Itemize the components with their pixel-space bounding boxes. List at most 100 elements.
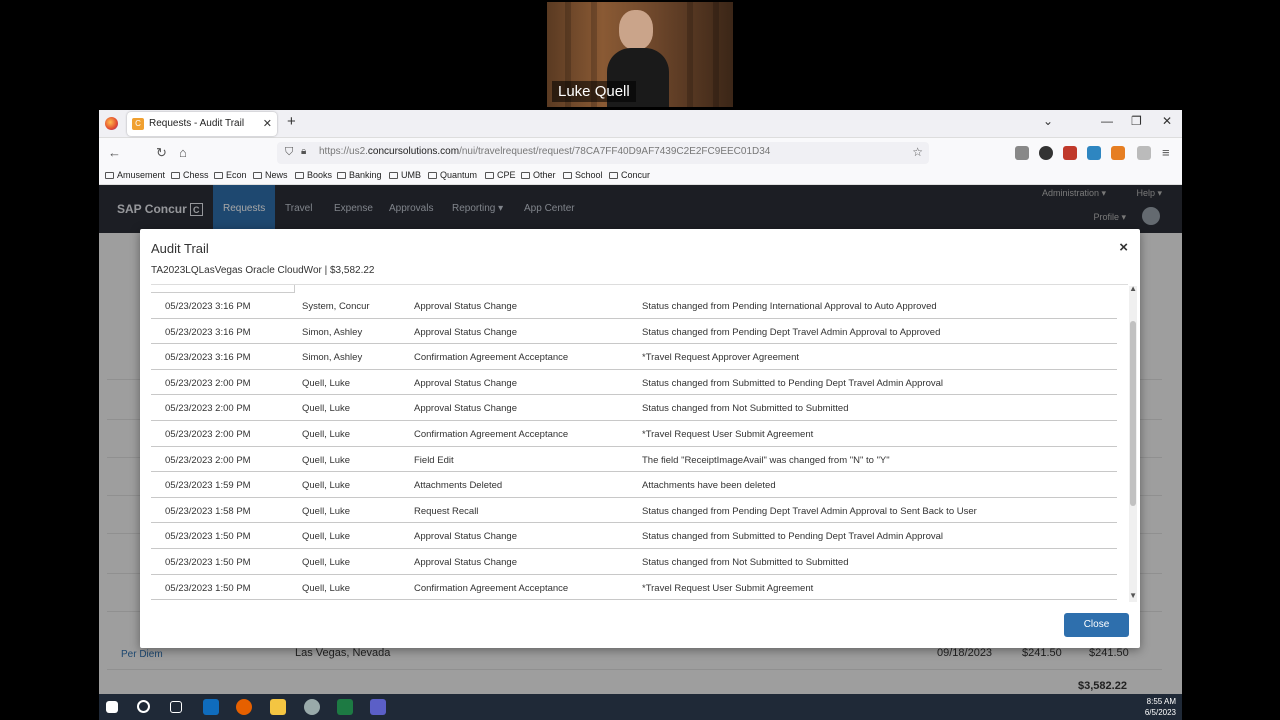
extension-icon[interactable] (1087, 146, 1101, 160)
participant-head (619, 10, 653, 50)
outlook-icon[interactable] (203, 699, 219, 715)
row-user: Quell, Luke (302, 377, 351, 389)
folder-icon (105, 172, 114, 179)
extension-icon[interactable] (1039, 146, 1053, 160)
row-date: 05/23/2023 2:00 PM (165, 377, 251, 389)
clock[interactable]: 8:55 AM 6/5/2023 (1145, 696, 1176, 718)
file-explorer-icon[interactable] (270, 699, 286, 715)
bookmark-folder[interactable]: Amusement (105, 170, 165, 180)
row-user: Quell, Luke (302, 403, 351, 415)
bookmark-folder[interactable]: Books (295, 170, 332, 180)
row-description: Status changed from Pending Dept Travel … (642, 326, 941, 338)
table-header (151, 285, 295, 293)
bookmark-folder[interactable]: Banking (337, 170, 382, 180)
bookmark-folder[interactable]: CPE (485, 170, 516, 180)
row-action: Approval Status Change (414, 326, 517, 338)
url-text: https://us2.concursolutions.com/nui/trav… (319, 146, 771, 157)
lock-icon[interactable]: 🔒︎ (301, 146, 306, 157)
row-action: Confirmation Agreement Acceptance (414, 428, 569, 440)
close-icon[interactable]: × (1119, 239, 1128, 256)
search-icon[interactable] (137, 700, 150, 713)
excel-icon[interactable] (337, 699, 353, 715)
tab-bar: C Requests - Audit Trail ✕ + ⌄ — ❐ ✕ (99, 110, 1182, 138)
audit-rows: 05/23/2023 3:16 PM System, Concur Approval… (151, 293, 1117, 601)
bookmark-folder[interactable]: Chess (171, 170, 209, 180)
row-action: Field Edit (414, 454, 454, 466)
folder-icon (609, 172, 618, 179)
close-window-icon[interactable]: ✕ (1162, 114, 1172, 128)
restore-icon[interactable]: ❐ (1131, 114, 1142, 128)
scroll-down-icon[interactable]: ▼ (1129, 591, 1137, 600)
row-user: Quell, Luke (302, 480, 351, 492)
row-user: Quell, Luke (302, 531, 351, 543)
windows-start-icon[interactable] (106, 701, 118, 713)
folder-icon (521, 172, 530, 179)
row-user: Quell, Luke (302, 428, 351, 440)
row-action: Approval Status Change (414, 403, 517, 415)
row-description: Status changed from Not Submitted to Sub… (642, 403, 849, 415)
row-user: Simon, Ashley (302, 326, 363, 338)
nav-bar: ← ↻ ⌂ ⛉ 🔒︎ https://us2.concursolutions.c… (99, 138, 1182, 168)
extensions-puzzle-icon[interactable] (1137, 146, 1151, 160)
extension-icon[interactable] (1063, 146, 1077, 160)
bookmark-star-icon[interactable]: ☆ (912, 145, 923, 159)
browser-tab[interactable]: C Requests - Audit Trail ✕ (127, 112, 277, 136)
scroll-up-icon[interactable]: ▲ (1129, 284, 1137, 293)
folder-icon (485, 172, 494, 179)
row-description: Attachments have been deleted (642, 480, 776, 492)
bookmark-folder[interactable]: School (563, 170, 603, 180)
list-tabs-icon[interactable]: ⌄ (1043, 114, 1053, 128)
row-date: 05/23/2023 1:50 PM (165, 531, 251, 543)
concur-favicon-icon: C (132, 118, 144, 130)
row-user: Quell, Luke (302, 582, 351, 594)
task-view-icon[interactable] (170, 701, 182, 713)
table-row: 05/23/2023 3:16 PM System, Concur Approval… (151, 293, 1117, 319)
bookmark-folder[interactable]: Other (521, 170, 556, 180)
folder-icon (563, 172, 572, 179)
url-bar[interactable]: ⛉ 🔒︎ https://us2.concursolutions.com/nui… (277, 142, 929, 164)
firefox-taskbar-icon[interactable] (236, 699, 252, 715)
minimize-icon[interactable]: — (1101, 114, 1113, 128)
menu-icon[interactable]: ≡ (1162, 145, 1170, 160)
row-description: Status changed from Pending Internationa… (642, 301, 937, 312)
folder-icon (214, 172, 223, 179)
row-action: Approval Status Change (414, 301, 517, 312)
new-tab-icon[interactable]: + (287, 113, 296, 130)
extension-icon[interactable] (1111, 146, 1125, 160)
row-action: Approval Status Change (414, 531, 517, 543)
table-row: 05/23/2023 1:58 PM Quell, Luke Request Rec… (151, 498, 1117, 524)
row-action: Attachments Deleted (414, 480, 503, 492)
table-row: 05/23/2023 1:50 PM Quell, Luke Approval St… (151, 523, 1117, 549)
table-row: 05/23/2023 2:00 PM Quell, Luke Approval St… (151, 370, 1117, 396)
row-action: Approval Status Change (414, 556, 517, 568)
scrollbar[interactable] (1129, 286, 1137, 602)
row-action: Request Recall (414, 505, 479, 517)
folder-icon (428, 172, 437, 179)
audit-trail-dialog: Audit Trail × TA2023LQLasVegas Oracle Cl… (140, 229, 1140, 648)
bookmark-folder[interactable]: News (253, 170, 288, 180)
firefox-icon[interactable] (105, 117, 118, 130)
audit-table: 05/23/2023 3:16 PM System, Concur Approval… (151, 284, 1128, 602)
bookmark-folder[interactable]: Econ (214, 170, 247, 180)
row-user: Simon, Ashley (302, 352, 363, 364)
folder-icon (253, 172, 262, 179)
row-action: Approval Status Change (414, 377, 517, 389)
teams-icon[interactable] (370, 699, 386, 715)
pocket-icon[interactable] (1015, 146, 1029, 160)
close-button[interactable]: Close (1064, 613, 1129, 637)
bookmark-folder[interactable]: Concur (609, 170, 650, 180)
reload-icon[interactable]: ↻ (156, 145, 167, 161)
row-user: Quell, Luke (302, 505, 351, 517)
bookmarks-bar: Amusement Chess Econ News Books Banking … (99, 168, 1182, 185)
home-icon[interactable]: ⌂ (179, 145, 187, 160)
app-icon[interactable] (304, 699, 320, 715)
scrollbar-thumb[interactable] (1130, 321, 1136, 506)
row-description: Status changed from Not Submitted to Sub… (642, 556, 849, 568)
back-icon[interactable]: ← (108, 145, 121, 160)
bookmark-folder[interactable]: Quantum (428, 170, 477, 180)
row-date: 05/23/2023 1:58 PM (165, 505, 251, 517)
shield-icon[interactable]: ⛉ (285, 146, 293, 159)
row-description: *Travel Request User Submit Agreement (642, 582, 814, 594)
bookmark-folder[interactable]: UMB (389, 170, 421, 180)
close-tab-icon[interactable]: ✕ (263, 112, 272, 136)
